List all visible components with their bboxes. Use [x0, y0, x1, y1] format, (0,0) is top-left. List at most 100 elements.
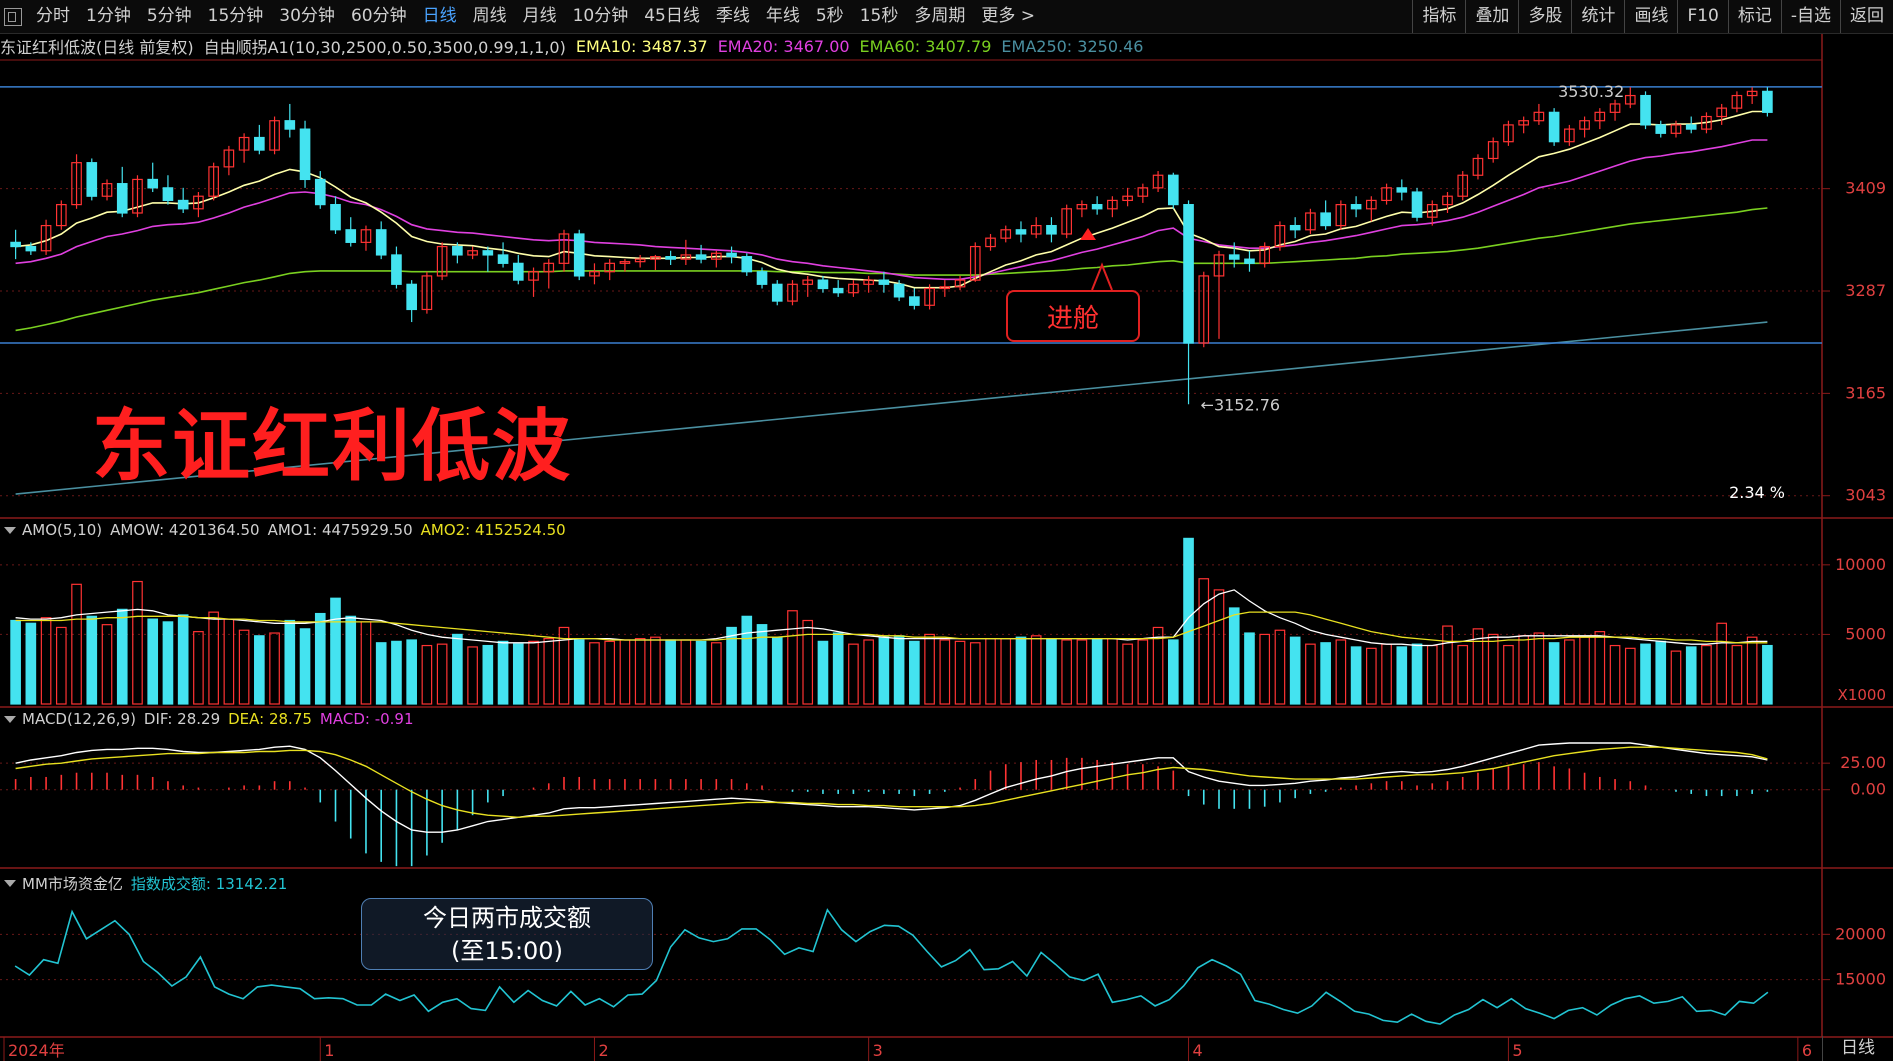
volume-bar	[619, 639, 631, 705]
volume-bar	[528, 640, 539, 705]
volume-bar	[1472, 628, 1484, 705]
collapse-icon[interactable]	[4, 526, 16, 534]
collapse-icon[interactable]	[4, 715, 16, 723]
volume-bar	[391, 640, 402, 705]
volume-bar	[1579, 636, 1590, 705]
candle-body	[116, 183, 128, 214]
volume-bar	[1274, 629, 1286, 705]
volume-bar	[1107, 637, 1118, 705]
candle-body	[177, 199, 189, 210]
volume-bar	[1701, 644, 1712, 705]
volume-bar	[497, 640, 509, 705]
dea-line	[15, 746, 1768, 819]
volume-bar	[939, 639, 951, 705]
y-tick-label: 10000	[1835, 555, 1886, 574]
volume-bar	[741, 615, 753, 705]
dif-value: DIF: 28.29	[143, 710, 221, 728]
volume-bar	[208, 611, 219, 705]
candle-body	[1320, 212, 1331, 227]
ema60-line	[15, 207, 1768, 332]
volume-bar	[1091, 637, 1103, 705]
volume-bar	[680, 639, 692, 705]
candle-body	[909, 296, 920, 306]
pct-change-label: 2.34 %	[1729, 483, 1785, 502]
volume-bar	[1122, 643, 1133, 705]
candle-body	[147, 178, 159, 189]
volume-bar	[969, 642, 981, 705]
candle-body	[406, 283, 417, 311]
y-tick-label: 3165	[1845, 383, 1886, 402]
candle-body	[817, 279, 829, 290]
volume-bar	[1487, 633, 1499, 705]
low-price-label: ←3152.76	[1201, 395, 1281, 414]
volume-bar	[1457, 644, 1469, 705]
candle-body	[771, 283, 783, 302]
volume-bar	[1411, 643, 1423, 705]
volume-bar	[1518, 635, 1529, 705]
candle-body	[254, 136, 265, 151]
candle-body	[482, 250, 494, 256]
candle-body	[1411, 191, 1423, 218]
volume-bar	[573, 639, 585, 705]
volume-bar	[832, 632, 844, 705]
volume-bar	[1762, 644, 1773, 705]
volume-bar	[162, 621, 174, 705]
volume-bar	[101, 624, 113, 705]
volume-bar	[116, 608, 128, 705]
candle-body	[832, 287, 844, 294]
volume-bar	[1259, 633, 1271, 705]
x-tick-label: 4	[1193, 1041, 1203, 1060]
amo1-line	[15, 589, 1768, 647]
candle-body	[1640, 94, 1651, 126]
candle-body	[375, 229, 387, 256]
ema20-line	[15, 139, 1768, 281]
return-period-button[interactable]: 日线	[1822, 1036, 1893, 1061]
y-tick-label: 0.00	[1850, 780, 1886, 799]
x-tick-label: 3	[873, 1041, 883, 1060]
mm-label: MM市场资金亿	[22, 875, 123, 893]
dea-value: DEA: 28.75	[228, 710, 312, 728]
x-tick-label: 1	[324, 1041, 334, 1060]
candle-body	[1685, 124, 1697, 130]
volume-bar	[1228, 607, 1240, 705]
volume-bar	[25, 622, 37, 705]
volume-bar	[1320, 642, 1331, 705]
x-tick-label: 6	[1802, 1041, 1812, 1060]
candle-body	[512, 262, 524, 281]
volume-bar	[878, 636, 890, 705]
candle-body	[162, 187, 174, 202]
candle-body	[1762, 90, 1773, 113]
turnover-value: 指数成交额: 13142.21	[130, 875, 288, 893]
y-tick-label: 25.00	[1840, 753, 1886, 772]
volume-bar	[1685, 646, 1697, 705]
candle-body	[1167, 174, 1179, 206]
candle-body	[345, 229, 357, 243]
volume-bar	[1381, 643, 1392, 705]
collapse-icon[interactable]	[4, 880, 16, 887]
volume-bar	[924, 633, 935, 705]
volume-bar	[665, 639, 676, 705]
candle-body	[1289, 224, 1301, 231]
volume-bar	[1609, 644, 1621, 705]
macd-legend: MACD(12,26,9) DIF: 28.29 DEA: 28.75 MACD…	[4, 710, 422, 728]
y-tick-label: 5000	[1845, 624, 1886, 643]
volume-bar	[1624, 647, 1636, 705]
candle-body	[1548, 111, 1560, 143]
candle-body	[314, 178, 326, 206]
volume-bar	[330, 597, 341, 705]
volume-bar	[1030, 635, 1042, 705]
volume-bar	[238, 629, 250, 705]
volume-bar	[1061, 639, 1072, 705]
volume-bar	[1548, 642, 1560, 705]
volume-bar	[650, 636, 661, 705]
volume-bar	[1335, 639, 1347, 705]
entry-annotation: 进舱	[1006, 290, 1140, 342]
volume-bar	[284, 619, 296, 705]
macd-label: MACD(12,26,9)	[22, 710, 136, 728]
volume-bar	[1564, 639, 1575, 705]
volume-bar	[147, 618, 159, 705]
candle-body	[1228, 254, 1240, 260]
volume-bar	[71, 583, 82, 705]
macd-pane	[14, 742, 1769, 867]
x-tick-label: 2	[598, 1041, 608, 1060]
